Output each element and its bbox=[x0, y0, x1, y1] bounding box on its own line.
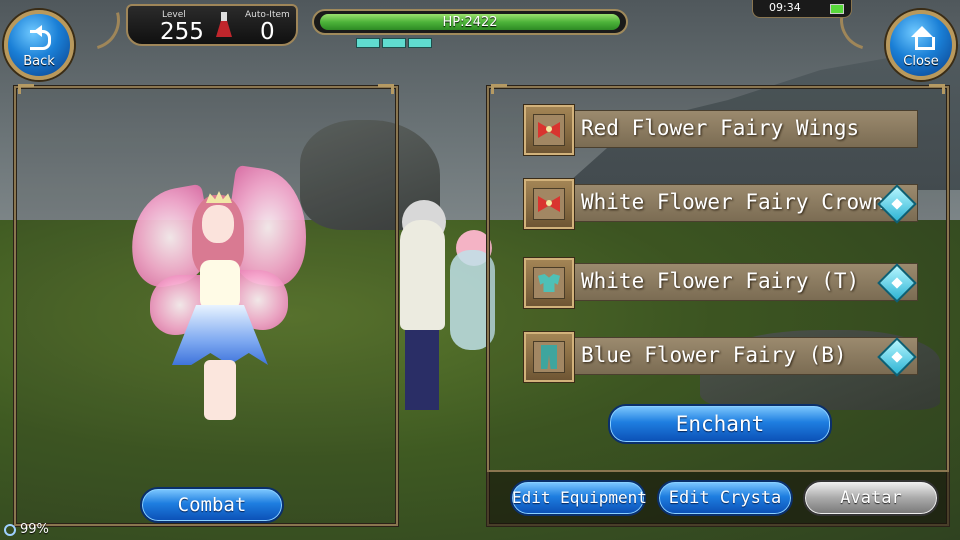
edit-equipment-button[interactable]: Edit Equipment bbox=[510, 480, 647, 516]
top-armor-icon bbox=[533, 267, 565, 299]
level-value: 255 bbox=[160, 19, 204, 45]
hp-bar: HP:2422 bbox=[312, 9, 628, 35]
clock: 09:34 bbox=[769, 1, 801, 14]
equipment-item-top[interactable]: White Flower Fairy (T) bbox=[524, 258, 918, 308]
mp-pip bbox=[408, 38, 432, 48]
fairy-character-model[interactable] bbox=[122, 164, 316, 445]
equipment-item-wings[interactable]: Red Flower Fairy Wings bbox=[524, 105, 918, 155]
back-arrow-icon bbox=[28, 25, 52, 50]
bottom-armor-icon bbox=[533, 341, 565, 373]
back-button[interactable]: Back bbox=[4, 10, 74, 80]
red-bow-icon bbox=[533, 114, 565, 146]
equipment-name: Red Flower Fairy Wings bbox=[581, 116, 860, 140]
combat-button[interactable]: Combat bbox=[140, 487, 284, 523]
red-bow-icon bbox=[533, 188, 565, 220]
equipment-slot bbox=[524, 258, 574, 308]
mp-pip bbox=[356, 38, 380, 48]
equipment-name: White Flower Fairy (T) bbox=[581, 269, 860, 293]
auto-item-value: 0 bbox=[260, 19, 275, 45]
back-label: Back bbox=[23, 54, 55, 69]
home-icon bbox=[910, 26, 935, 50]
equipment-name: White Flower Fairy Crown bbox=[581, 190, 885, 214]
battery-icon bbox=[830, 4, 844, 14]
equipment-slot bbox=[524, 179, 574, 229]
edit-crysta-button[interactable]: Edit Crysta bbox=[657, 480, 793, 516]
equipment-name: Blue Flower Fairy (B) bbox=[581, 343, 847, 367]
mp-pips bbox=[356, 38, 432, 48]
equipment-slot bbox=[524, 105, 574, 155]
level-item-hud: Level 255 Auto-Item 0 bbox=[126, 4, 298, 46]
fps-readout: 99% bbox=[20, 522, 49, 537]
hp-text: HP:2422 bbox=[442, 15, 498, 30]
equipment-item-bottom[interactable]: Blue Flower Fairy (B) bbox=[524, 332, 918, 382]
hp-bar-fill: HP:2422 bbox=[320, 14, 620, 30]
equipment-slot bbox=[524, 332, 574, 382]
avatar-button[interactable]: Avatar bbox=[803, 480, 939, 516]
equipment-item-crown[interactable]: White Flower Fairy Crown bbox=[524, 179, 918, 229]
device-status: 09:34 bbox=[752, 0, 852, 18]
enchant-button[interactable]: Enchant bbox=[608, 404, 832, 444]
close-button[interactable]: Close bbox=[886, 10, 956, 80]
enchant-diamond-icon bbox=[877, 337, 917, 377]
mp-pip bbox=[382, 38, 406, 48]
potion-flask-icon bbox=[216, 12, 232, 38]
signal-icon bbox=[4, 524, 16, 536]
close-label: Close bbox=[903, 54, 939, 69]
enchant-diamond-icon bbox=[877, 263, 917, 303]
